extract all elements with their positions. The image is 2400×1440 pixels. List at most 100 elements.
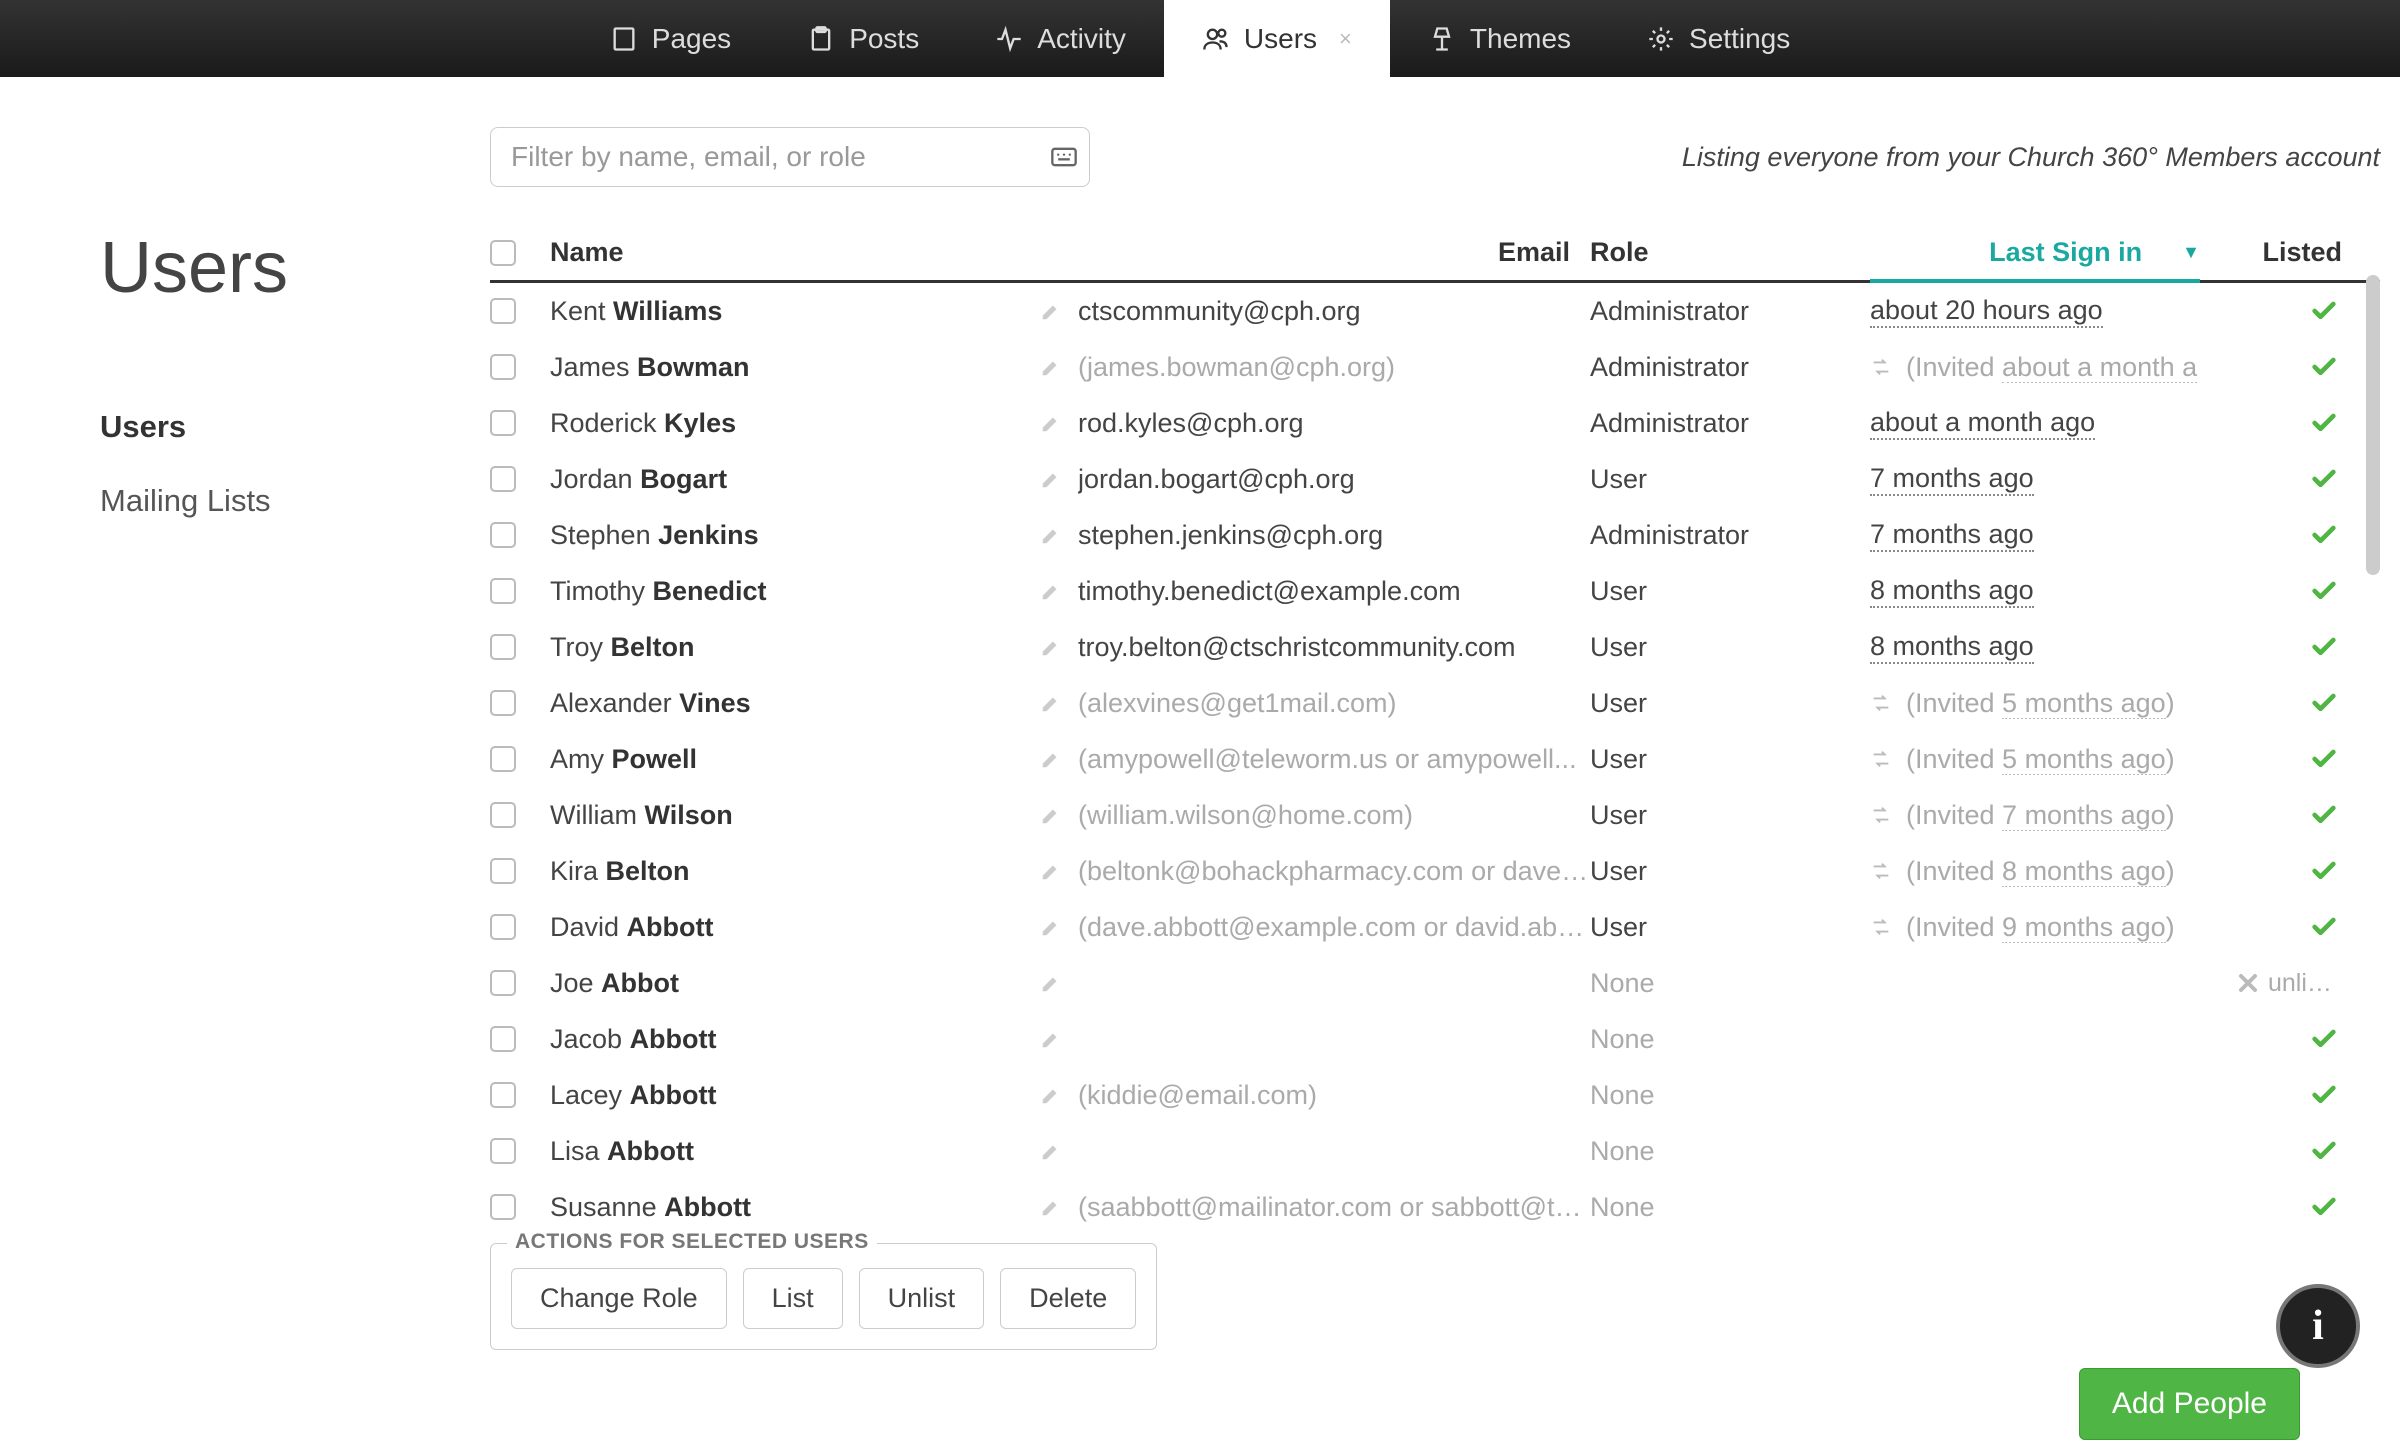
table-row[interactable]: Kira Belton(beltonk@bohackpharmacy.com o… xyxy=(490,843,2380,899)
pencil-icon[interactable] xyxy=(1040,1084,1062,1106)
table-row[interactable]: Stephen Jenkinsstephen.jenkins@cph.orgAd… xyxy=(490,507,2380,563)
row-checkbox[interactable] xyxy=(490,466,516,492)
pencil-icon[interactable] xyxy=(1040,300,1062,322)
table-row[interactable]: Jacob AbbottNone xyxy=(490,1011,2380,1067)
row-checkbox[interactable] xyxy=(490,690,516,716)
table-row[interactable]: William Wilson(william.wilson@home.com)U… xyxy=(490,787,2380,843)
table-row[interactable]: Lacey Abbott(kiddie@email.com)None xyxy=(490,1067,2380,1123)
row-checkbox[interactable] xyxy=(490,1026,516,1052)
row-checkbox[interactable] xyxy=(490,858,516,884)
reinvite-icon[interactable] xyxy=(1870,356,1892,378)
pencil-icon[interactable] xyxy=(1040,1196,1062,1218)
reinvite-icon[interactable] xyxy=(1870,860,1892,882)
table-row[interactable]: James Bowman(james.bowman@cph.org)Admini… xyxy=(490,339,2380,395)
row-checkbox[interactable] xyxy=(490,298,516,324)
row-checkbox[interactable] xyxy=(490,802,516,828)
pencil-icon[interactable] xyxy=(1040,860,1062,882)
user-email: (alexvines@get1mail.com) xyxy=(1078,688,1397,719)
table-row[interactable]: Lisa AbbottNone xyxy=(490,1123,2380,1179)
page-title: Users xyxy=(100,227,490,309)
pencil-icon[interactable] xyxy=(1040,580,1062,602)
table-row[interactable]: Alexander Vines(alexvines@get1mail.com)U… xyxy=(490,675,2380,731)
pencil-icon[interactable] xyxy=(1040,916,1062,938)
user-name: Joe Abbot xyxy=(550,968,1040,999)
pencil-icon[interactable] xyxy=(1040,468,1062,490)
list-button[interactable]: List xyxy=(743,1268,843,1329)
header-listed[interactable]: Listed xyxy=(2200,237,2350,268)
user-name: Kent Williams xyxy=(550,296,1040,327)
row-checkbox[interactable] xyxy=(490,914,516,940)
header-role[interactable]: Role xyxy=(1590,237,1870,268)
pencil-icon[interactable] xyxy=(1040,636,1062,658)
table-row[interactable]: Joe AbbotNoneunlis... xyxy=(490,955,2380,1011)
check-icon xyxy=(2310,1081,2338,1109)
listed-status xyxy=(2200,689,2350,717)
nav-pages[interactable]: Pages xyxy=(572,0,769,77)
row-checkbox[interactable] xyxy=(490,1082,516,1108)
listed-status xyxy=(2200,633,2350,661)
header-email[interactable]: Email xyxy=(1040,237,1590,268)
sidebar-item-mailing-lists[interactable]: Mailing Lists xyxy=(100,483,490,519)
pencil-icon[interactable] xyxy=(1040,692,1062,714)
content: Listing everyone from your Church 360° M… xyxy=(490,127,2380,1350)
pencil-icon[interactable] xyxy=(1040,804,1062,826)
reinvite-icon[interactable] xyxy=(1870,916,1892,938)
pencil-icon[interactable] xyxy=(1040,748,1062,770)
info-fab-button[interactable]: i xyxy=(2276,1284,2360,1368)
table-row[interactable]: Susanne Abbott(saabbott@mailinator.com o… xyxy=(490,1179,2380,1233)
header-last-signin[interactable]: Last Sign in ▼ xyxy=(1870,237,2200,283)
add-people-button[interactable]: Add People xyxy=(2079,1368,2300,1440)
reinvite-icon[interactable] xyxy=(1870,804,1892,826)
reinvite-icon[interactable] xyxy=(1870,692,1892,714)
header-name[interactable]: Name xyxy=(550,237,1040,268)
row-checkbox[interactable] xyxy=(490,970,516,996)
scrollbar[interactable] xyxy=(2366,275,2380,575)
check-icon xyxy=(2310,857,2338,885)
check-icon xyxy=(2310,633,2338,661)
pencil-icon[interactable] xyxy=(1040,1028,1062,1050)
table-body[interactable]: Kent Williamsctscommunity@cph.orgAdminis… xyxy=(490,283,2380,1233)
nav-posts[interactable]: Posts xyxy=(769,0,957,77)
row-checkbox[interactable] xyxy=(490,1194,516,1220)
select-all-checkbox[interactable] xyxy=(490,240,516,266)
row-checkbox[interactable] xyxy=(490,522,516,548)
pencil-icon[interactable] xyxy=(1040,356,1062,378)
user-name: Alexander Vines xyxy=(550,688,1040,719)
filter-input[interactable] xyxy=(490,127,1090,187)
table-row[interactable]: David Abbott(dave.abbott@example.com or … xyxy=(490,899,2380,955)
row-checkbox[interactable] xyxy=(490,354,516,380)
row-checkbox[interactable] xyxy=(490,578,516,604)
table-row[interactable]: Roderick Kylesrod.kyles@cph.orgAdministr… xyxy=(490,395,2380,451)
reinvite-icon[interactable] xyxy=(1870,748,1892,770)
keyboard-icon[interactable] xyxy=(1050,143,1078,171)
nav-activity[interactable]: Activity xyxy=(957,0,1164,77)
row-checkbox[interactable] xyxy=(490,634,516,660)
pencil-icon[interactable] xyxy=(1040,1140,1062,1162)
pencil-icon[interactable] xyxy=(1040,972,1062,994)
pencil-icon[interactable] xyxy=(1040,524,1062,546)
table-row[interactable]: Jordan Bogartjordan.bogart@cph.orgUser7 … xyxy=(490,451,2380,507)
close-icon[interactable]: × xyxy=(1339,26,1352,52)
row-checkbox[interactable] xyxy=(490,1138,516,1164)
table-row[interactable]: Troy Beltontroy.belton@ctschristcommunit… xyxy=(490,619,2380,675)
unlist-button[interactable]: Unlist xyxy=(859,1268,985,1329)
check-icon xyxy=(2310,577,2338,605)
user-name: Troy Belton xyxy=(550,632,1040,663)
nav-label: Pages xyxy=(652,23,731,55)
user-name: Susanne Abbott xyxy=(550,1192,1040,1223)
check-icon xyxy=(2310,689,2338,717)
pencil-icon[interactable] xyxy=(1040,412,1062,434)
nav-themes[interactable]: Themes xyxy=(1390,0,1609,77)
nav-users[interactable]: Users × xyxy=(1164,0,1390,77)
sidebar-item-users[interactable]: Users xyxy=(100,409,490,445)
delete-button[interactable]: Delete xyxy=(1000,1268,1136,1329)
change-role-button[interactable]: Change Role xyxy=(511,1268,727,1329)
table-row[interactable]: Timothy Benedicttimothy.benedict@example… xyxy=(490,563,2380,619)
table-row[interactable]: Kent Williamsctscommunity@cph.orgAdminis… xyxy=(490,283,2380,339)
table-row[interactable]: Amy Powell(amypowell@teleworm.us or amyp… xyxy=(490,731,2380,787)
last-signin: 7 months ago xyxy=(1870,463,2034,496)
nav-settings[interactable]: Settings xyxy=(1609,0,1828,77)
user-role: Administrator xyxy=(1590,296,1749,326)
row-checkbox[interactable] xyxy=(490,746,516,772)
row-checkbox[interactable] xyxy=(490,410,516,436)
